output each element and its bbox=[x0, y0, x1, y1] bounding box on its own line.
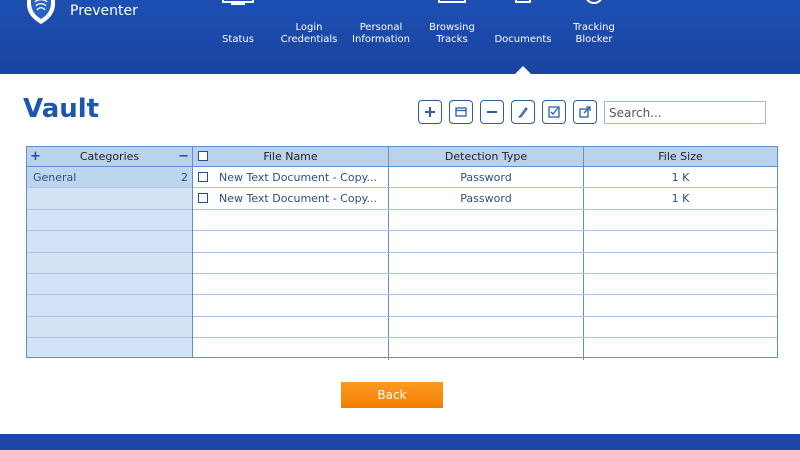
category-empty-row bbox=[27, 295, 192, 317]
empty-row bbox=[193, 273, 777, 296]
search-input[interactable] bbox=[604, 101, 766, 124]
vault-grid: + Categories − General 2 File Name Detec… bbox=[26, 146, 778, 360]
shield-logo-icon bbox=[27, 0, 55, 24]
file-name-cell: New Text Document - Copy... bbox=[219, 192, 378, 206]
export-button[interactable] bbox=[573, 100, 597, 124]
tracking-icon bbox=[586, 0, 602, 5]
empty-row bbox=[193, 252, 777, 274]
nav-browsing-tracks[interactable]: Browsing Tracks bbox=[424, 0, 480, 74]
table-row[interactable]: New Text Document - Copy... Password 1 K bbox=[193, 167, 777, 189]
app-name: Preventer bbox=[70, 3, 138, 19]
empty-row bbox=[193, 316, 777, 339]
categories-header-label: Categories bbox=[79, 150, 140, 163]
app-footer bbox=[0, 434, 800, 450]
plus-icon bbox=[425, 107, 435, 117]
nav-tracking-blocker[interactable]: Tracking Blocker bbox=[566, 0, 622, 74]
column-header-file-name: File Name bbox=[263, 150, 318, 163]
nav-personal-label-2: Information bbox=[352, 34, 410, 45]
file-size-cell: 1 K bbox=[671, 192, 690, 206]
app-header: Preventer Status Login Credentials Perso… bbox=[0, 0, 800, 74]
category-empty-row bbox=[27, 274, 192, 296]
category-empty-row bbox=[27, 338, 192, 359]
active-tab-indicator bbox=[515, 66, 531, 74]
table-row[interactable]: New Text Document - Copy... Password 1 K bbox=[193, 188, 777, 210]
monitor-icon bbox=[222, 0, 254, 5]
detection-type-cell: Password bbox=[389, 167, 584, 188]
minus-icon bbox=[487, 111, 497, 113]
row-checkbox[interactable] bbox=[198, 172, 208, 182]
database-icon bbox=[370, 0, 392, 6]
detection-type-cell: Password bbox=[389, 188, 584, 209]
back-button[interactable]: Back bbox=[341, 382, 443, 408]
page-title: Vault bbox=[23, 94, 100, 124]
nav-browsing-label-2: Tracks bbox=[436, 34, 468, 45]
column-header-detection-type: Detection Type bbox=[389, 147, 584, 166]
nav-login-label-2: Credentials bbox=[280, 34, 338, 45]
nav-personal-information[interactable]: Personal Information bbox=[350, 0, 412, 74]
nav-browsing-label-1: Browsing bbox=[429, 22, 475, 33]
category-empty-row bbox=[27, 188, 192, 210]
empty-row bbox=[193, 209, 777, 232]
empty-row bbox=[193, 295, 777, 317]
open-button[interactable] bbox=[449, 100, 473, 124]
categories-panel: + Categories − General 2 bbox=[27, 147, 193, 357]
nav-status[interactable]: Status bbox=[214, 0, 262, 74]
external-link-icon bbox=[579, 106, 591, 118]
category-count: 2 bbox=[181, 171, 188, 184]
document-icon bbox=[515, 0, 531, 3]
checkbox-edit-icon bbox=[548, 106, 560, 118]
nav-status-label: Status bbox=[222, 34, 254, 45]
category-empty-row bbox=[27, 317, 192, 339]
select-all-checkbox[interactable] bbox=[198, 151, 208, 161]
files-table-header: File Name Detection Type File Size bbox=[193, 147, 777, 167]
add-button[interactable] bbox=[418, 100, 442, 124]
nav-documents-label: Documents bbox=[494, 34, 552, 45]
check-edit-button[interactable] bbox=[542, 100, 566, 124]
pencil-icon bbox=[517, 107, 528, 118]
add-category-icon[interactable]: + bbox=[30, 147, 41, 167]
empty-row bbox=[193, 231, 777, 253]
vault-toolbar bbox=[418, 100, 597, 124]
file-name-cell: New Text Document - Copy... bbox=[219, 171, 378, 184]
browser-window-icon bbox=[438, 0, 466, 3]
file-size-cell: 1 K bbox=[671, 171, 690, 184]
category-name: General bbox=[33, 171, 77, 184]
nav-login-label-1: Login bbox=[295, 22, 323, 33]
category-empty-row bbox=[27, 253, 192, 274]
window-icon bbox=[455, 107, 467, 117]
nav-tracking-label-2: Blocker bbox=[575, 34, 613, 45]
category-empty-row bbox=[27, 210, 192, 232]
remove-category-icon[interactable]: − bbox=[178, 147, 189, 167]
remove-button[interactable] bbox=[480, 100, 504, 124]
files-table: File Name Detection Type File Size New T… bbox=[193, 147, 777, 360]
category-empty-row bbox=[27, 231, 192, 253]
edit-button[interactable] bbox=[511, 100, 535, 124]
nav-documents[interactable]: Documents bbox=[492, 0, 554, 74]
nav-tracking-label-1: Tracking bbox=[573, 22, 615, 33]
category-item-general[interactable]: General 2 bbox=[27, 167, 192, 189]
nav-login-credentials[interactable]: Login Credentials bbox=[278, 0, 340, 74]
row-checkbox[interactable] bbox=[198, 193, 208, 204]
categories-header: + Categories − bbox=[27, 147, 192, 167]
empty-row bbox=[193, 338, 777, 360]
column-header-file-size: File Size bbox=[658, 150, 703, 163]
nav-personal-label-1: Personal bbox=[359, 22, 403, 33]
vault-content: Vault + Categories − Gene bbox=[0, 74, 800, 434]
